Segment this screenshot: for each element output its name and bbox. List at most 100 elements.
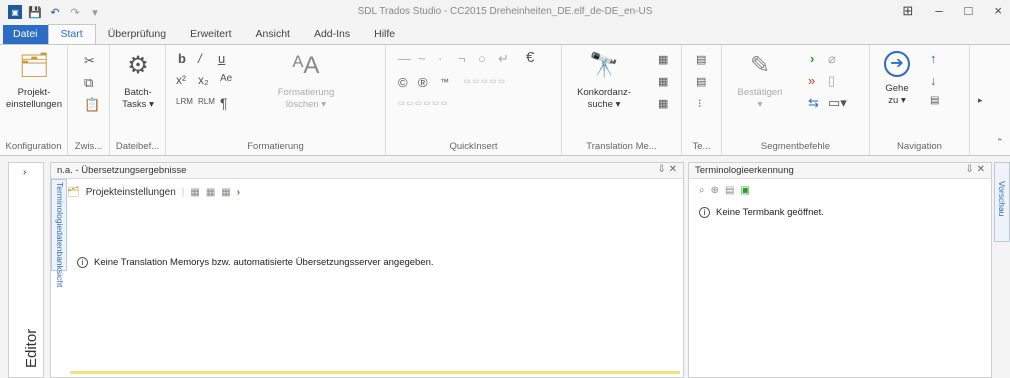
quickinsert-return[interactable]: ↵	[498, 51, 509, 67]
split-segment-icon[interactable]: ▯	[828, 73, 835, 89]
projekteinstellungen-button[interactable]: 🗂 Projekt- einstellungen	[2, 51, 66, 111]
ribbon-scroll-right-icon[interactable]: ▸	[978, 95, 983, 106]
group-quickinsert: — ~ · ¬ ○ ↵ € © ® ™ ▭ ▭ ▭ ▭ ▭ ▭ ▭ ▭ ▭ ▭ …	[386, 45, 562, 155]
title-bar: ▣ 💾 ↶ ↷ ▾ SDL Trados Studio - CC2015 Dre…	[0, 0, 1010, 24]
term-search-icon[interactable]: ⌕	[699, 185, 705, 196]
bookmark-icon[interactable]: ▤	[930, 95, 939, 106]
termbase-view-tab-label: Terminologiedatenbanksicht	[55, 182, 65, 288]
termbase-add-icon[interactable]: ▤	[696, 53, 706, 66]
tab-ueberpruefung[interactable]: Überprüfung	[96, 25, 178, 44]
tab-erweitert[interactable]: Erweitert	[178, 25, 243, 44]
gehe-zu-button[interactable]: ➔ Gehe zu ▾	[876, 51, 918, 107]
group-label-zwischenablage: Zwis...	[74, 141, 103, 152]
project-settings-icon: 🗂	[18, 52, 50, 79]
termbase-search-icon[interactable]: ▤	[696, 75, 706, 88]
quickinsert-circle[interactable]: ○	[478, 51, 486, 66]
tab-ansicht[interactable]: Ansicht	[244, 25, 302, 44]
clear-target-icon[interactable]: ▭▾	[828, 95, 847, 111]
results-view-icon-2[interactable]: ▦	[206, 187, 215, 198]
quickinsert-not[interactable]: ¬	[458, 51, 466, 66]
batch-tasks-button[interactable]: ⚙ Batch- Tasks ▾	[114, 51, 162, 111]
results-pane-title: n.a. - Übersetzungsergebnisse	[57, 165, 187, 176]
gear-icon: ⚙	[127, 52, 149, 79]
ribbon: 🗂 Projekt- einstellungen Konfiguration ✂…	[0, 44, 1010, 156]
konkordanzsuche-button[interactable]: 🔭 Konkordanz- suche ▾	[566, 51, 642, 111]
collapse-ribbon-icon[interactable]: ⌃	[996, 137, 1004, 148]
link-icon[interactable]: ⌀	[828, 51, 836, 67]
tab-hilfe[interactable]: Hilfe	[362, 25, 407, 44]
tab-start[interactable]: Start	[47, 24, 96, 44]
rtl-icon[interactable]: RLM	[198, 97, 215, 106]
quickinsert-emdash[interactable]: —	[398, 51, 411, 66]
ribbon-tabs: Datei Start Überprüfung Erweitert Ansich…	[0, 24, 1010, 44]
copy-source-icon[interactable]: ⇆	[808, 95, 819, 111]
ribbon-display-icon[interactable]: ⊞	[902, 3, 913, 19]
next-unconfirmed-icon[interactable]: ›	[810, 51, 814, 66]
term-info-icon: i	[699, 207, 710, 218]
paste-icon[interactable]: 📋	[84, 97, 100, 113]
tab-datei[interactable]: Datei	[3, 25, 48, 44]
tab-add-ins[interactable]: Add-Ins	[302, 25, 362, 44]
group-label-quickinsert: QuickInsert	[449, 141, 498, 152]
underline-button[interactable]: u	[218, 51, 225, 66]
quickinsert-dot[interactable]: ·	[438, 51, 442, 66]
results-next-icon[interactable]: ›	[237, 187, 240, 198]
term-add-icon[interactable]: ⊕	[711, 185, 719, 196]
results-projekteinstellungen-link[interactable]: Projekteinstellungen	[86, 187, 176, 198]
gehe-zu-label: Gehe zu ▾	[885, 83, 909, 106]
formatierung-loeschen-button[interactable]: ᴬA Formatierung löschen ▾	[258, 51, 354, 111]
previous-segment-icon[interactable]: ↑	[930, 51, 937, 66]
group-translation-memory: 🔭 Konkordanz- suche ▾ ▦ ▦ ▦ Translation …	[562, 45, 682, 155]
merge-segments-icon[interactable]: »	[808, 73, 815, 88]
preview-tab-label: Vorschau	[997, 181, 1007, 217]
cut-icon[interactable]: ✂	[84, 53, 95, 69]
group-dateibefehle: ⚙ Batch- Tasks ▾ Dateibef...	[110, 45, 166, 155]
ltr-icon[interactable]: LRM	[176, 97, 193, 106]
translation-results-pane: n.a. - Übersetzungsergebnisse ⇩ ✕ 🗂 Proj…	[50, 162, 684, 378]
bold-button[interactable]: b	[178, 51, 186, 66]
close-button[interactable]: ×	[994, 3, 1002, 19]
superscript-button[interactable]: x²	[176, 73, 186, 87]
term-edit-icon[interactable]: ▤	[725, 185, 734, 196]
italic-button[interactable]: /	[198, 51, 202, 66]
results-pane-header: n.a. - Übersetzungsergebnisse ⇩ ✕	[51, 163, 683, 179]
quickinsert-tags-row-icon[interactable]: ▭ ▭ ▭ ▭ ▭ ▭	[398, 99, 447, 107]
maximize-button[interactable]: □	[965, 3, 973, 19]
term-pane-controls[interactable]: ⇩ ✕	[965, 164, 985, 175]
quickinsert-tag-icon[interactable]: ▭ ▭ ▭ ▭ ▭	[464, 77, 505, 85]
project-settings-small-icon[interactable]: 🗂	[67, 187, 80, 198]
tm-update-icon[interactable]: ▦	[658, 53, 668, 66]
quickinsert-copyright[interactable]: ©	[398, 75, 408, 90]
quickinsert-tilde[interactable]: ~	[418, 51, 426, 66]
group-segmentbefehle: ✎ Bestätigen ▾ › ⌀ » ▯ ⇆ ▭▾ Segmentbefeh…	[722, 45, 870, 155]
subscript-button[interactable]: x₂	[198, 73, 209, 87]
next-segment-icon[interactable]: ↓	[930, 73, 937, 88]
expand-chevron-icon[interactable]: ›	[23, 167, 26, 178]
tm-apply-icon[interactable]: ▦	[658, 75, 668, 88]
results-view-icon-3[interactable]: ▦	[221, 187, 230, 198]
termbase-view-vertical-tab[interactable]: Terminologiedatenbanksicht	[51, 179, 67, 287]
preview-vertical-tab[interactable]: Vorschau	[994, 162, 1010, 242]
pilcrow-button[interactable]: ¶	[220, 95, 228, 111]
group-konfiguration: 🗂 Projekt- einstellungen Konfiguration	[0, 45, 68, 155]
bestaetigen-button[interactable]: ✎ Bestätigen ▾	[728, 51, 792, 111]
konkordanzsuche-label: Konkordanz- suche ▾	[577, 87, 631, 110]
toolbar-divider: |	[181, 187, 185, 198]
editor-highlight-bar	[70, 371, 680, 374]
copy-icon[interactable]: ⧉	[84, 75, 93, 91]
window-title: SDL Trados Studio - CC2015 Dreheinheiten…	[357, 6, 653, 17]
bestaetigen-label: Bestätigen ▾	[737, 87, 783, 110]
group-label-translation-memory: Translation Me...	[586, 141, 657, 152]
group-terminologie: ▤ ▤ ⁝ Te...	[682, 45, 722, 155]
term-open-icon[interactable]: ▣	[740, 185, 749, 196]
minimize-button[interactable]: –	[935, 3, 942, 19]
quickinsert-registered[interactable]: ®	[418, 75, 428, 90]
termbase-info-icon[interactable]: ⁝	[698, 97, 702, 110]
projekteinstellungen-label: Projekt- einstellungen	[6, 87, 62, 110]
quickinsert-euro[interactable]: €	[526, 49, 534, 66]
change-case-button[interactable]: Ae	[220, 73, 232, 84]
quickinsert-trademark[interactable]: ™	[440, 77, 449, 87]
tm-lookup-icon[interactable]: ▦	[658, 97, 668, 110]
results-view-icon-1[interactable]: ▦	[190, 187, 199, 198]
results-pane-controls[interactable]: ⇩ ✕	[657, 164, 677, 175]
